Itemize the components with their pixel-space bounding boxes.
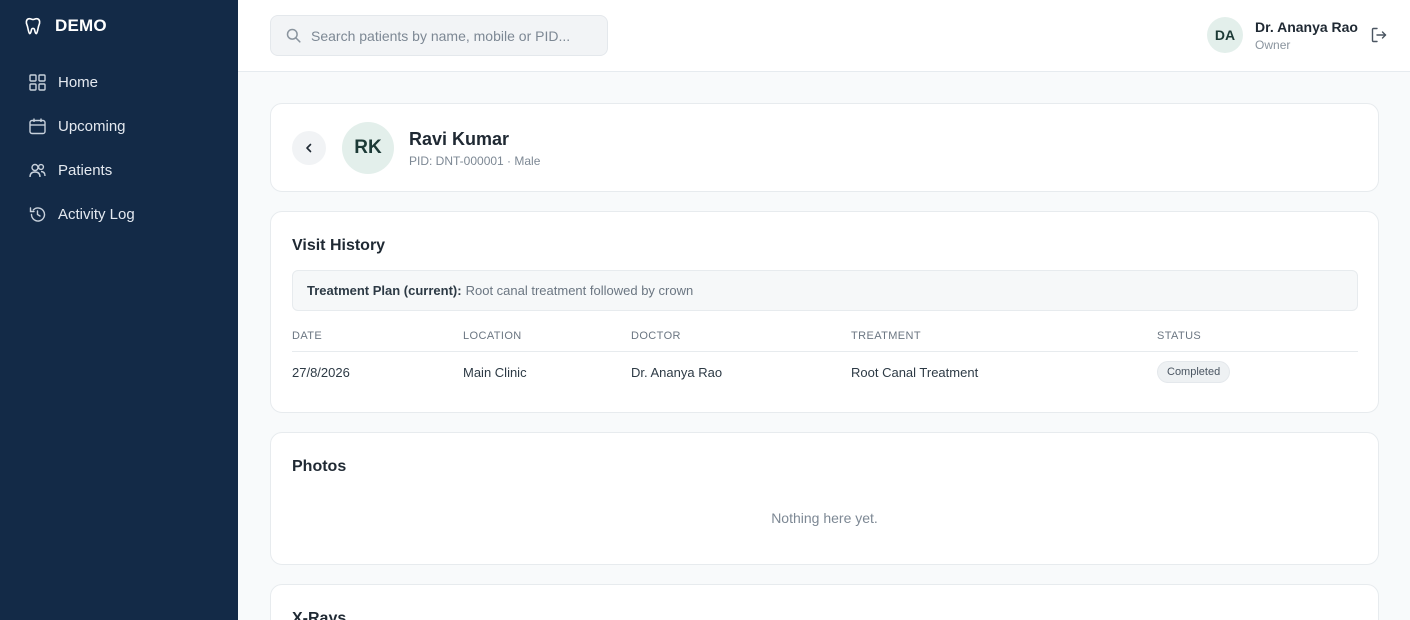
visit-history-card: Visit History Treatment Plan (current): …	[270, 211, 1379, 413]
user-avatar[interactable]: DA	[1207, 17, 1244, 53]
column-header-location: LOCATION	[463, 329, 522, 342]
patient-name: Ravi Kumar	[409, 129, 510, 149]
topbar: DA Dr. Ananya Rao Owner	[238, 0, 1410, 72]
brand-name: DEMO	[55, 16, 107, 35]
column-header-status: STATUS	[1157, 329, 1202, 342]
section-title: X-Rays	[292, 610, 347, 620]
sidebar-item-label: Patients	[58, 161, 113, 179]
treatment-plan-value: Root canal treatment followed by crown	[465, 283, 694, 298]
table-header: DATE LOCATION DOCTOR TREATMENT STATUS	[292, 320, 1358, 352]
chevron-left-icon	[306, 143, 312, 153]
section-title: Visit History	[292, 237, 386, 254]
patient-meta: PID: DNT-000001 · Male	[409, 154, 541, 168]
back-button[interactable]	[292, 131, 326, 165]
cell-treatment: Root Canal Treatment	[851, 364, 979, 380]
treatment-plan-label: Treatment Plan (current):	[307, 283, 462, 298]
treatment-plan-box: Treatment Plan (current): Root canal tre…	[292, 270, 1358, 311]
user-role: Owner	[1255, 37, 1291, 52]
column-header-doctor: DOCTOR	[631, 329, 681, 342]
logout-icon[interactable]	[1370, 26, 1388, 44]
search-icon	[286, 28, 301, 43]
history-icon	[28, 205, 46, 223]
search-box[interactable]	[270, 15, 608, 56]
table-row[interactable]: 27/8/2026 Main Clinic Dr. Ananya Rao Roo…	[292, 352, 1358, 392]
user-menu: DA Dr. Ananya Rao Owner	[1207, 17, 1388, 53]
cell-location: Main Clinic	[463, 364, 527, 380]
grid-icon	[28, 73, 46, 91]
cell-date: 27/8/2026	[292, 364, 350, 380]
sidebar-item-label: Upcoming	[58, 117, 126, 135]
patient-avatar: RK	[342, 122, 394, 174]
tooth-icon	[25, 17, 41, 35]
user-name: Dr. Ananya Rao	[1255, 18, 1358, 35]
sidebar-nav: Home Upcoming Patients Activity Log	[0, 60, 238, 236]
cell-doctor: Dr. Ananya Rao	[631, 364, 723, 380]
cell-status: Completed	[1157, 361, 1357, 383]
status-badge: Completed	[1157, 361, 1231, 383]
sidebar-item-home[interactable]: Home	[0, 60, 238, 104]
user-info: Dr. Ananya Rao Owner	[1255, 19, 1358, 52]
xrays-card: X-Rays	[270, 584, 1379, 620]
column-header-treatment: TREATMENT	[851, 329, 922, 342]
sidebar-item-upcoming[interactable]: Upcoming	[0, 104, 238, 148]
sidebar-item-activity-log[interactable]: Activity Log	[0, 192, 238, 236]
sidebar: DEMO Home Upcoming Patients Activity Log	[0, 0, 238, 620]
sidebar-item-label: Activity Log	[58, 205, 135, 223]
users-icon	[28, 161, 46, 179]
sidebar-item-label: Home	[58, 73, 99, 91]
sidebar-item-patients[interactable]: Patients	[0, 148, 238, 192]
section-title: Photos	[292, 458, 347, 475]
empty-state-text: Nothing here yet.	[771, 510, 878, 526]
patient-header-card: RK Ravi Kumar PID: DNT-000001 · Male	[270, 103, 1379, 192]
search-input[interactable]	[311, 27, 591, 44]
visit-table: DATE LOCATION DOCTOR TREATMENT STATUS 27…	[292, 320, 1358, 392]
photos-card: Photos Nothing here yet.	[270, 432, 1379, 565]
calendar-icon	[28, 117, 46, 135]
column-header-date: DATE	[292, 329, 323, 342]
brand[interactable]: DEMO	[0, 0, 238, 52]
